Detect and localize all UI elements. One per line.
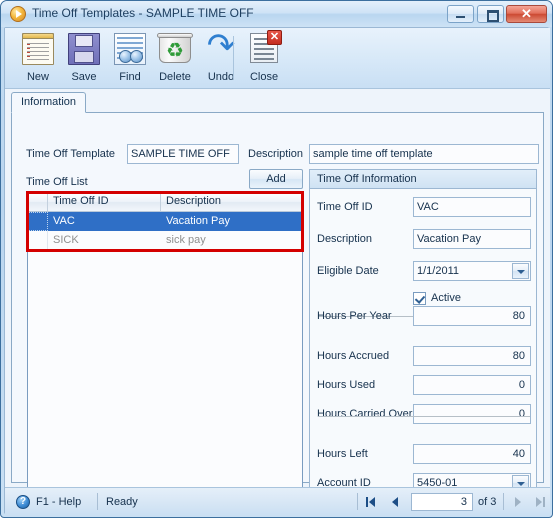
play-circle-icon (10, 6, 26, 22)
recycle-bin-icon (157, 33, 193, 63)
floppy-disk-icon (68, 33, 100, 65)
info-label-eligible-date: Eligible Date (317, 265, 379, 277)
active-checkbox-label: Active (431, 292, 461, 304)
cell-time-off-id[interactable]: VAC (48, 212, 161, 231)
close-icon: ✕ (521, 6, 532, 21)
cell-description[interactable]: Vacation Pay (161, 212, 302, 231)
row-selector[interactable] (28, 231, 48, 250)
table-row[interactable]: VAC Vacation Pay (28, 212, 302, 231)
info-input-description[interactable]: Vacation Pay (413, 229, 531, 249)
maximize-button[interactable] (477, 5, 504, 23)
new-document-icon (22, 33, 54, 65)
table-row[interactable]: SICK sick pay (28, 231, 302, 250)
title-bar: Time Off Templates - SAMPLE TIME OFF ✕ (1, 1, 552, 27)
chevron-down-icon[interactable] (512, 263, 529, 279)
grid-header-time-off-id[interactable]: Time Off ID (48, 193, 161, 211)
toolbar-button-close[interactable]: ✕ Close (237, 30, 291, 86)
info-input-hours-per-year[interactable]: 80 (413, 306, 531, 326)
add-button[interactable]: Add (249, 169, 303, 189)
info-input-eligible-date[interactable]: 1/1/2011 (413, 261, 531, 281)
grid-header-row: Time Off ID Description (28, 193, 302, 212)
last-record-button[interactable] (532, 494, 550, 510)
grid-header-description[interactable]: Description (161, 193, 302, 211)
info-input-hours-used[interactable]: 0 (413, 375, 531, 395)
description-label: Description (248, 148, 304, 160)
description-input[interactable]: sample time off template (309, 144, 539, 164)
toolbar: New Save Find Delete Undo ✕ Close (5, 28, 550, 88)
divider (318, 416, 530, 417)
window-title: Time Off Templates - SAMPLE TIME OFF (32, 6, 254, 20)
last-record-icon (536, 497, 542, 507)
info-label-hours-used: Hours Used (317, 379, 376, 391)
question-mark-icon[interactable]: ? (16, 495, 30, 509)
info-label-hours-per-year: Hours Per Year (317, 310, 392, 322)
toolbar-label-close: Close (249, 71, 279, 83)
help-text[interactable]: F1 - Help (36, 496, 81, 508)
info-label-hours-accrued: Hours Accrued (317, 350, 390, 362)
cell-description[interactable]: sick pay (161, 231, 302, 250)
time-off-information-panel: Time Off Information Time Off ID VAC Des… (309, 169, 537, 494)
next-record-icon (515, 497, 521, 507)
tab-information[interactable]: Information (11, 92, 87, 113)
eligible-date-value: 1/1/2011 (417, 265, 460, 277)
minimize-icon (448, 6, 473, 22)
previous-record-icon (392, 497, 398, 507)
tab-strip: Information (11, 92, 544, 113)
info-panel-title: Time Off Information (310, 170, 536, 189)
first-record-icon (366, 497, 368, 507)
grid-header-selector (28, 193, 48, 211)
info-input-hours-carried-over[interactable]: 0 (413, 404, 531, 424)
info-label-hours-left: Hours Left (317, 448, 368, 460)
status-bar: ? F1 - Help Ready 3 of 3 (5, 487, 550, 516)
record-count-label: of 3 (478, 496, 497, 508)
time-off-template-input[interactable]: SAMPLE TIME OFF (127, 144, 239, 164)
time-off-template-label: Time Off Template (26, 148, 116, 160)
maximize-icon (478, 6, 503, 22)
next-record-button[interactable] (509, 494, 527, 510)
time-off-list-title: Time Off List (26, 176, 88, 188)
info-label-description: Description (317, 233, 373, 245)
status-separator (97, 493, 98, 510)
info-label-time-off-id: Time Off ID (317, 201, 373, 213)
close-window-button[interactable]: ✕ (506, 5, 547, 23)
first-record-button[interactable] (363, 494, 381, 510)
close-document-icon: ✕ (250, 30, 282, 63)
record-position-input[interactable]: 3 (411, 493, 473, 511)
information-page: Time Off Template SAMPLE TIME OFF Descri… (11, 113, 544, 494)
cell-time-off-id[interactable]: SICK (48, 231, 161, 250)
toolbar-separator (233, 36, 234, 80)
previous-record-button[interactable] (387, 494, 405, 510)
time-off-list-grid[interactable]: Time Off ID Description VAC Vacation Pay… (27, 192, 303, 494)
nav-separator-right (503, 493, 504, 510)
client-area: Information Time Off Template SAMPLE TIM… (5, 88, 550, 494)
info-input-hours-accrued[interactable]: 80 (413, 346, 531, 366)
status-message: Ready (106, 496, 138, 508)
binoculars-icon (114, 33, 146, 65)
row-selector[interactable] (28, 212, 48, 231)
info-input-hours-left[interactable]: 40 (413, 444, 531, 464)
checkbox-checked-icon[interactable] (413, 292, 426, 305)
minimize-button[interactable] (447, 5, 474, 23)
application-window: Time Off Templates - SAMPLE TIME OFF ✕ N… (0, 0, 553, 518)
info-input-time-off-id[interactable]: VAC (413, 197, 531, 217)
info-label-hours-carried-over: Hours Carried Over (317, 408, 413, 420)
nav-separator-left (357, 493, 358, 510)
